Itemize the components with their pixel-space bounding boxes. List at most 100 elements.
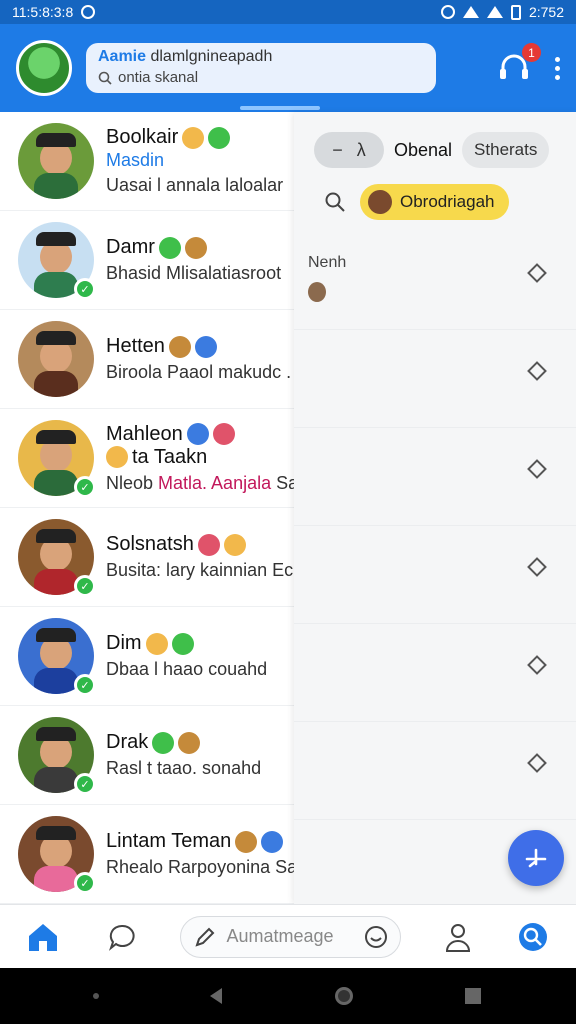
chat-preview: Dbaa l haao couahd xyxy=(106,659,268,679)
battery-icon xyxy=(510,4,521,20)
emoji-icon xyxy=(171,632,194,655)
panel-row[interactable] xyxy=(294,624,576,722)
home-nav-icon[interactable] xyxy=(332,984,356,1008)
emoji-icon xyxy=(235,830,258,853)
seg-left[interactable]: − xyxy=(332,140,343,161)
emoji-icon xyxy=(212,423,235,445)
chats-button[interactable] xyxy=(105,919,140,955)
system-nav-bar xyxy=(0,968,576,1024)
search-card-title: Aamie dlamlgnineapadh xyxy=(98,48,424,66)
chat-item[interactable]: ✓ Solsnatsh Busita: lary kainnian Ec xyxy=(0,508,294,607)
bottom-nav: Aumatmeage xyxy=(0,904,576,968)
diamond-icon[interactable] xyxy=(527,459,547,479)
panel-row[interactable]: Nenh xyxy=(294,232,576,330)
wifi-icon xyxy=(462,6,479,18)
chat-preview: Busita: lary kainnian Ec xyxy=(106,560,294,580)
avatar[interactable]: ✓ xyxy=(18,618,96,696)
profile-avatar[interactable] xyxy=(16,40,72,96)
chat-item[interactable]: ✓ Damr Bhasid Mlisalatiasroot xyxy=(0,211,294,310)
emoji-icon xyxy=(208,126,231,149)
search-icon xyxy=(518,922,547,951)
search-card[interactable]: Aamie dlamlgnineapadh ontia skanal xyxy=(86,43,436,93)
compose-fab[interactable] xyxy=(508,830,564,886)
panel-row[interactable] xyxy=(294,526,576,624)
segmented-toggle[interactable]: − λ xyxy=(314,132,384,168)
signal-icon xyxy=(486,6,503,18)
kebab-dot-icon xyxy=(555,56,560,62)
chat-name-row: Solsnatsh xyxy=(106,533,294,556)
avatar[interactable]: ✓ xyxy=(18,816,96,894)
emoji-icon xyxy=(106,446,128,468)
diamond-icon[interactable] xyxy=(527,361,547,381)
status-bar: 11:5:8:3:8 2:752 xyxy=(0,0,576,24)
panel-label[interactable]: Obenal xyxy=(394,140,452,161)
chat-preview: Biroola Paaol makudc . xyxy=(106,362,292,382)
chat-preview: Uasai l annala laloalar xyxy=(106,175,284,195)
chat-name: Drak xyxy=(106,731,149,753)
home-button[interactable] xyxy=(26,919,61,955)
sticker-icon[interactable] xyxy=(364,925,388,949)
avatar[interactable]: ✓ xyxy=(18,222,96,300)
avatar[interactable]: ✓ xyxy=(18,717,96,795)
chat-item[interactable]: Boolkair Masdin Uasai l annala laloalar xyxy=(0,112,294,211)
person-icon xyxy=(445,923,470,952)
search-icon[interactable] xyxy=(324,191,346,213)
chat-item[interactable]: ✓ Drak Rasl t taao. sonahd xyxy=(0,706,294,805)
chat-name-line2: ta Taakn xyxy=(106,446,294,469)
chat-name: Boolkair xyxy=(106,126,179,148)
emoji-icon xyxy=(158,236,181,259)
diamond-icon[interactable] xyxy=(527,655,547,675)
message-compose-field[interactable]: Aumatmeage xyxy=(179,915,401,958)
chat-bubble-icon xyxy=(109,924,135,951)
emoji-icon xyxy=(197,533,220,556)
panel-row[interactable] xyxy=(294,428,576,526)
avatar[interactable] xyxy=(18,123,94,199)
chat-preview: Nleob Matla. Aanjala Sa xyxy=(106,473,294,494)
notification-dot-icon xyxy=(81,5,96,19)
panel-pill[interactable]: Stherats xyxy=(462,132,550,168)
chat-item[interactable]: ✓ Dim Dbaa l haao couahd xyxy=(0,607,294,706)
online-status-icon: ✓ xyxy=(74,872,96,894)
chat-name: Hetten xyxy=(106,335,165,357)
chat-name-row: Hetten xyxy=(106,335,294,358)
alarm-icon xyxy=(440,5,455,19)
chat-name-row: Damr xyxy=(106,236,294,259)
avatar[interactable] xyxy=(18,321,94,397)
chat-name-row: Dim xyxy=(106,632,294,655)
emoji-icon xyxy=(194,335,217,358)
avatar[interactable]: ✓ xyxy=(18,420,96,498)
chat-item[interactable]: ✓ Lintam Teman Rhealo Rarpoyonina Sa xyxy=(0,805,294,904)
chat-item[interactable]: Hetten Biroola Paaol makudc . xyxy=(0,310,294,409)
emoji-icon xyxy=(261,830,284,853)
emoji-icon xyxy=(178,731,201,754)
emoji-icon xyxy=(168,335,191,358)
app-header: Aamie dlamlgnineapadh ontia skanal 1 xyxy=(0,24,576,112)
search-icon xyxy=(98,71,112,85)
diamond-icon[interactable] xyxy=(527,557,547,577)
tab-indicator xyxy=(240,106,320,110)
chat-preview: Rhealo Rarpoyonina Sa xyxy=(106,857,294,877)
more-options-button[interactable] xyxy=(555,56,560,80)
chat-name: Mahleon xyxy=(106,422,183,445)
back-icon[interactable] xyxy=(206,986,226,1006)
chat-name: Damr xyxy=(106,236,155,258)
diamond-icon[interactable] xyxy=(527,753,547,773)
profile-button[interactable] xyxy=(441,919,476,955)
online-status-icon: ✓ xyxy=(74,278,96,300)
avatar[interactable]: ✓ xyxy=(18,519,96,597)
headset-button[interactable]: 1 xyxy=(497,43,541,85)
diamond-icon[interactable] xyxy=(527,263,547,283)
panel-row[interactable] xyxy=(294,722,576,820)
chat-preview: Rasl t taao. sonahd xyxy=(106,758,262,778)
chat-subtitle: Masdin xyxy=(106,150,165,170)
chat-item[interactable]: ✓ Mahleon ta Taakn Nleob Matla. Aanjala … xyxy=(0,409,294,508)
seg-right[interactable]: λ xyxy=(357,140,366,161)
chip-label: Obrodriagah xyxy=(400,192,495,211)
chat-preview-tail: Sa xyxy=(276,472,294,493)
panel-row[interactable] xyxy=(294,330,576,428)
filter-chip[interactable]: Obrodriagah xyxy=(360,184,509,220)
recents-icon[interactable] xyxy=(463,986,483,1006)
online-status-icon: ✓ xyxy=(74,674,96,696)
chat-name-row: Boolkair xyxy=(106,126,294,149)
search-button[interactable] xyxy=(515,919,550,955)
